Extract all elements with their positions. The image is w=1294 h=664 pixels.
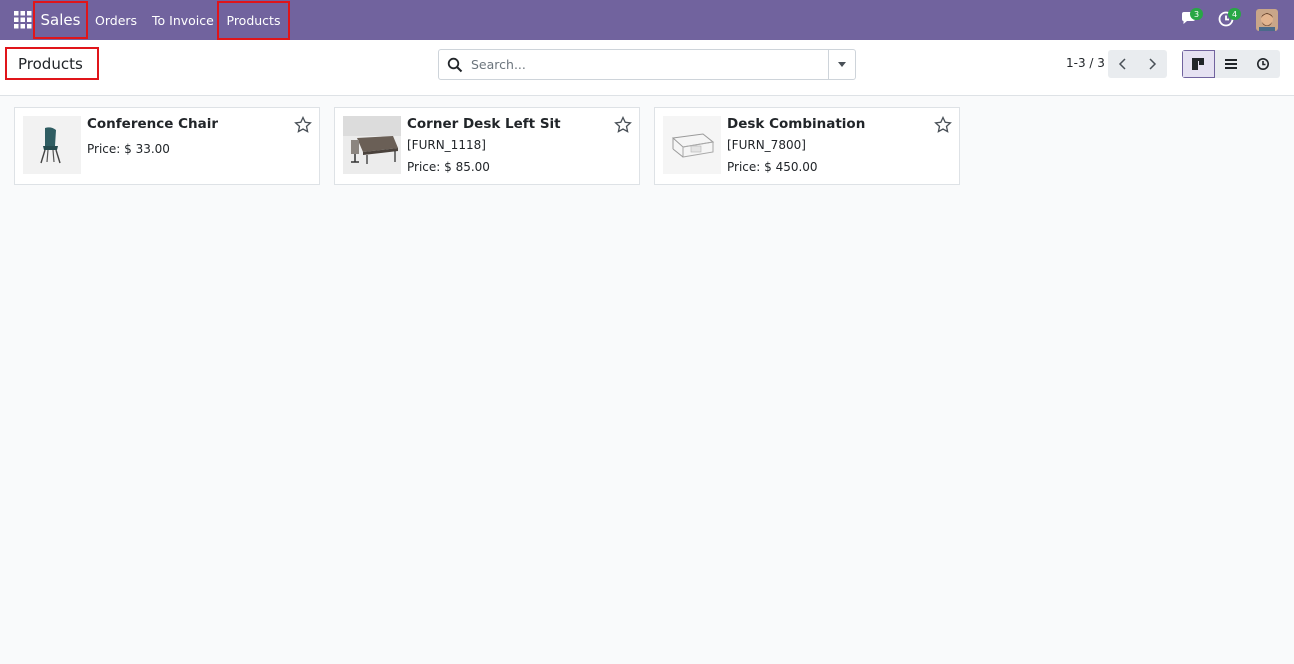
product-image-conference-chair (23, 116, 81, 174)
product-name: Desk Combination (727, 116, 866, 132)
app-brand-sales[interactable]: Sales (33, 1, 88, 39)
product-name: Corner Desk Left Sit (407, 116, 561, 132)
search-icon (447, 57, 463, 73)
product-price: Price: $ 450.00 (727, 160, 818, 174)
product-name: Conference Chair (87, 116, 219, 132)
product-image-corner-desk (343, 116, 401, 174)
clock-icon (1257, 58, 1270, 70)
view-switcher (1182, 50, 1280, 78)
star-icon[interactable] (934, 116, 952, 134)
pager-next-button[interactable] (1138, 50, 1168, 78)
messages-button[interactable]: 3 (1180, 8, 1203, 30)
star-icon[interactable] (294, 116, 312, 134)
pager-previous-button[interactable] (1108, 50, 1138, 78)
menu-item-orders[interactable]: Orders (95, 0, 137, 40)
control-panel: Products 1-3 / 3 (0, 40, 1294, 96)
user-avatar[interactable] (1256, 9, 1278, 31)
caret-down-icon (838, 62, 846, 67)
product-price: Price: $ 85.00 (407, 160, 490, 174)
chevron-right-icon (1149, 58, 1157, 70)
product-reference: [FURN_7800] (727, 138, 806, 152)
product-price: Price: $ 33.00 (87, 142, 170, 156)
product-image-desk-combination (663, 116, 721, 174)
messages-count-badge: 3 (1190, 8, 1203, 20)
star-icon[interactable] (614, 116, 632, 134)
list-icon (1224, 59, 1237, 69)
product-reference: [FURN_1118] (407, 138, 486, 152)
pager-value[interactable]: 1-3 / 3 (1066, 56, 1105, 70)
page-title: Products (5, 47, 99, 80)
chevron-left-icon (1118, 58, 1126, 70)
search-input[interactable] (471, 51, 827, 78)
kanban-icon (1192, 58, 1205, 70)
kanban-view-button[interactable] (1182, 50, 1215, 78)
search-options-toggle[interactable] (828, 50, 855, 79)
search-bar (438, 49, 856, 80)
product-card-corner-desk-left-sit[interactable]: Corner Desk Left Sit [FURN_1118] Price: … (334, 107, 640, 185)
product-card-desk-combination[interactable]: Desk Combination [FURN_7800] Price: $ 45… (654, 107, 960, 185)
activities-count-badge: 4 (1228, 8, 1241, 20)
activities-button[interactable]: 4 (1218, 8, 1241, 30)
list-view-button[interactable] (1214, 50, 1248, 78)
top-navbar: Sales Orders To Invoice Products 3 4 (0, 0, 1294, 40)
product-card-conference-chair[interactable]: Conference Chair Price: $ 33.00 (14, 107, 320, 185)
pager-buttons (1108, 50, 1167, 78)
apps-menu-icon[interactable] (14, 11, 32, 29)
activity-view-button[interactable] (1247, 50, 1280, 78)
menu-item-to-invoice[interactable]: To Invoice (152, 0, 214, 40)
menu-item-products[interactable]: Products (217, 1, 290, 40)
